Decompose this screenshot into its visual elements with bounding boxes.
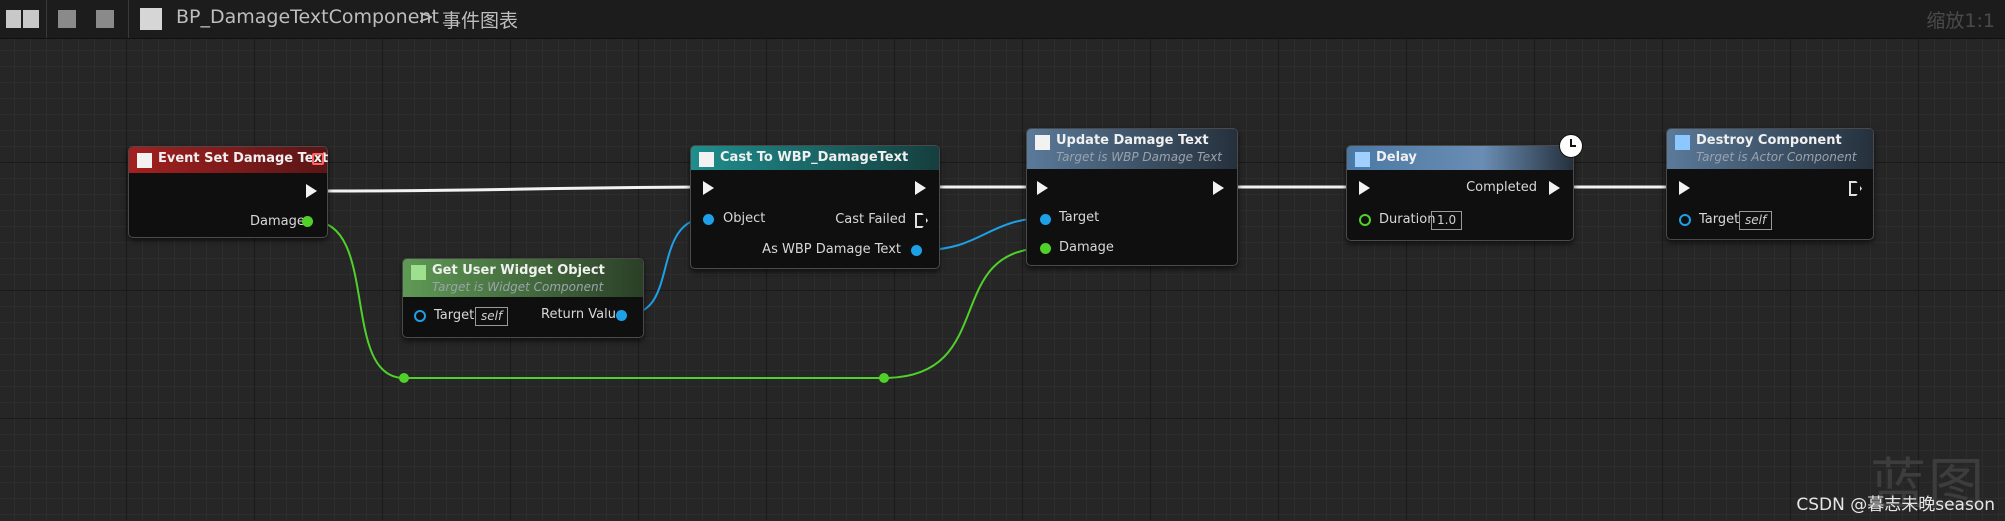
node-update-damage-text[interactable]: Update Damage Text Target is WBP Damage …: [1026, 128, 1238, 266]
node-header: Update Damage Text Target is WBP Damage …: [1027, 129, 1237, 169]
node-title: Event Set Damage Text: [158, 151, 329, 166]
node-title: Get User Widget Object: [432, 263, 605, 278]
pin-label-damage: Damage: [1059, 240, 1114, 255]
node-title: Update Damage Text: [1056, 133, 1209, 148]
exec-in-pin-icon[interactable]: [1679, 181, 1690, 195]
exec-out-pin-icon[interactable]: [1213, 181, 1224, 195]
pin-label-as-wbp-damage-text: As WBP Damage Text: [762, 242, 901, 257]
target-default-field[interactable]: self: [475, 307, 509, 326]
node-header: Destroy Component Target is Actor Compon…: [1667, 129, 1873, 169]
node-title: Delay: [1376, 150, 1417, 165]
node-subtitle: Target is Widget Component: [432, 280, 604, 294]
duration-value-field[interactable]: 1.0: [1431, 211, 1463, 230]
pin-label-target: Target: [1059, 210, 1100, 225]
event-icon: [137, 153, 152, 168]
return-value-out-pin-icon[interactable]: [616, 310, 627, 321]
exec-in-pin-icon[interactable]: [1037, 181, 1048, 195]
pin-label-duration: Duration: [1379, 212, 1436, 227]
wire-layer: [311, 185, 1681, 383]
reroute-node[interactable]: [399, 373, 409, 383]
pin-label-completed: Completed: [1466, 180, 1537, 195]
cast-icon: [699, 152, 714, 167]
node-header: Delay: [1347, 146, 1573, 170]
damage-out-pin-icon[interactable]: [302, 216, 313, 227]
as-wbp-out-pin-icon[interactable]: [911, 245, 922, 256]
completed-exec-out-pin-icon[interactable]: [1549, 181, 1560, 195]
node-subtitle: Target is WBP Damage Text: [1056, 150, 1222, 164]
node-header: Event Set Damage Text: [129, 147, 329, 173]
target-in-pin-icon[interactable]: [1679, 214, 1691, 226]
exec-out-pin-icon[interactable]: [915, 181, 926, 195]
exec-in-pin-icon[interactable]: [703, 181, 714, 195]
target-in-pin-icon[interactable]: [414, 310, 426, 322]
target-default-field[interactable]: self: [1739, 211, 1773, 230]
node-title: Cast To WBP_DamageText: [720, 150, 909, 165]
csdn-watermark: CSDN @暮志未晚season: [1796, 495, 1995, 515]
function-icon: [1675, 135, 1690, 150]
pin-label-object: Object: [723, 211, 766, 226]
function-icon: [1035, 135, 1050, 150]
exec-out-pin-icon[interactable]: [306, 184, 317, 198]
target-in-pin-icon[interactable]: [1040, 214, 1051, 225]
pin-label-target: Target: [434, 308, 475, 323]
pin-label-return-value: Return Value: [541, 307, 624, 322]
damage-in-pin-icon[interactable]: [1040, 243, 1051, 254]
cast-failed-exec-pin-icon[interactable]: [915, 213, 928, 228]
node-cast-to-wbp-damagetext[interactable]: Cast To WBP_DamageText Object Cast Faile…: [690, 145, 940, 269]
pin-label-damage: Damage: [250, 214, 305, 229]
clock-icon: [1559, 134, 1583, 158]
node-subtitle: Target is Actor Component: [1696, 150, 1857, 164]
object-in-pin-icon[interactable]: [703, 214, 714, 225]
node-header: Get User Widget Object Target is Widget …: [403, 259, 643, 297]
exec-in-pin-icon[interactable]: [1359, 181, 1370, 195]
pin-label-target: Target: [1699, 212, 1740, 227]
reroute-node[interactable]: [879, 373, 889, 383]
node-destroy-component[interactable]: Destroy Component Target is Actor Compon…: [1666, 128, 1874, 240]
duration-in-pin-icon[interactable]: [1359, 214, 1371, 226]
exec-out-pin-icon[interactable]: [1849, 181, 1862, 196]
delegate-pin-icon[interactable]: [312, 153, 324, 165]
node-title: Destroy Component: [1696, 133, 1842, 148]
node-event-set-damage-text[interactable]: Event Set Damage Text Damage: [128, 146, 328, 238]
node-delay[interactable]: Delay Completed Duration 1.0: [1346, 145, 1574, 241]
latent-icon: [1355, 152, 1370, 167]
node-get-user-widget-object[interactable]: Get User Widget Object Target is Widget …: [402, 258, 644, 338]
node-header: Cast To WBP_DamageText: [691, 146, 939, 170]
exec-wire[interactable]: [317, 185, 701, 193]
function-icon: [411, 265, 426, 280]
pin-label-cast-failed: Cast Failed: [835, 212, 906, 227]
